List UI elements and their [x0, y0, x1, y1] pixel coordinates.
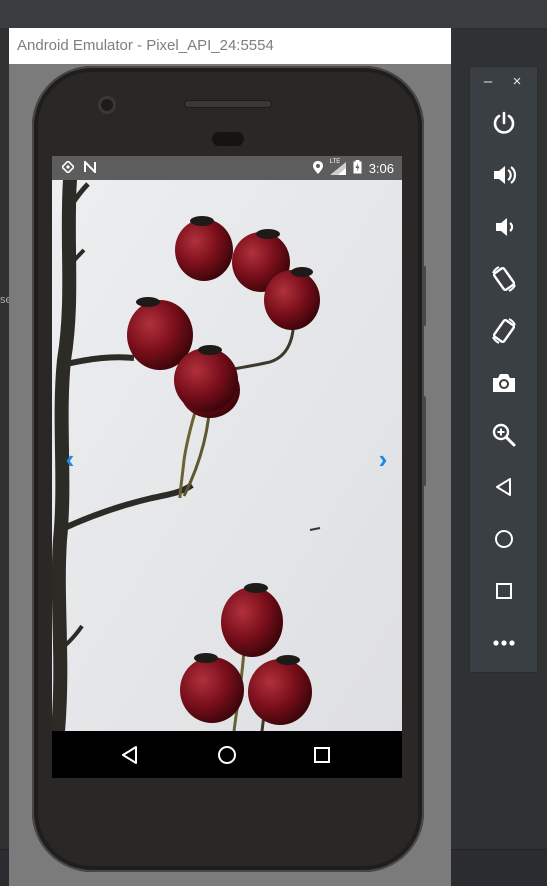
status-bar: LTE 3:06 — [52, 156, 402, 180]
location-icon — [312, 160, 323, 177]
toolbar-back-button[interactable] — [482, 467, 526, 507]
status-time: 3:06 — [368, 161, 394, 176]
back-triangle-icon — [122, 746, 137, 764]
android-overview-button[interactable] — [310, 743, 334, 767]
toolbar-minimize-button[interactable]: – — [478, 71, 498, 93]
toolbar-close-button[interactable]: × — [507, 71, 527, 93]
rotate-left-button[interactable] — [482, 259, 526, 299]
home-circle-icon — [218, 746, 236, 764]
power-icon — [493, 111, 515, 134]
android-navigation-bar — [52, 731, 402, 778]
zoom-icon — [492, 423, 516, 447]
back-icon — [496, 478, 511, 496]
volume-down-button[interactable] — [482, 207, 526, 247]
phone-volume-button — [422, 266, 426, 326]
camera-icon — [493, 374, 515, 392]
more-options-button[interactable] — [482, 623, 526, 663]
status-left-icons — [60, 159, 96, 176]
gallery-image[interactable]: ‹ › — [52, 180, 402, 731]
earpiece-speaker — [184, 100, 272, 108]
phone-power-button — [422, 396, 426, 486]
emulator-title: Android Emulator - Pixel_API_24:5554 — [9, 28, 451, 64]
android-back-button[interactable] — [118, 743, 142, 767]
next-image-button[interactable]: › — [371, 446, 395, 472]
device-screen[interactable]: LTE 3:06 ‹ › — [52, 156, 402, 778]
berries-photo — [52, 180, 402, 731]
status-right-icons: LTE 3:06 — [312, 159, 394, 177]
volume-up-button[interactable] — [482, 155, 526, 195]
emulator-toolbar: – × — [469, 66, 538, 673]
rotate-left-icon — [492, 266, 516, 292]
ide-top-bar — [0, 0, 547, 29]
rotate-right-icon — [492, 318, 516, 344]
toolbar-home-button[interactable] — [482, 519, 526, 559]
zoom-button[interactable] — [482, 415, 526, 455]
lte-signal-icon: LTE — [329, 159, 346, 175]
rotate-right-button[interactable] — [482, 311, 526, 351]
home-icon — [495, 530, 513, 548]
battery-charging-icon — [353, 160, 362, 177]
toolbar-window-controls: – × — [470, 71, 539, 95]
screenshot-button[interactable] — [482, 363, 526, 403]
volume-up-icon — [494, 166, 517, 184]
proximity-sensor — [212, 132, 244, 146]
more-icon — [493, 640, 515, 646]
overview-icon — [496, 583, 512, 599]
power-button[interactable] — [482, 103, 526, 143]
toolbar-overview-button[interactable] — [482, 571, 526, 611]
previous-image-button[interactable]: ‹ — [58, 446, 82, 472]
android-home-button[interactable] — [215, 743, 239, 767]
overview-square-icon — [314, 747, 330, 763]
front-camera — [98, 96, 116, 114]
notification-n-icon — [84, 159, 96, 176]
volume-down-icon — [496, 218, 514, 236]
network-type-label: LTE — [329, 159, 341, 165]
location-mode-icon — [60, 159, 76, 176]
